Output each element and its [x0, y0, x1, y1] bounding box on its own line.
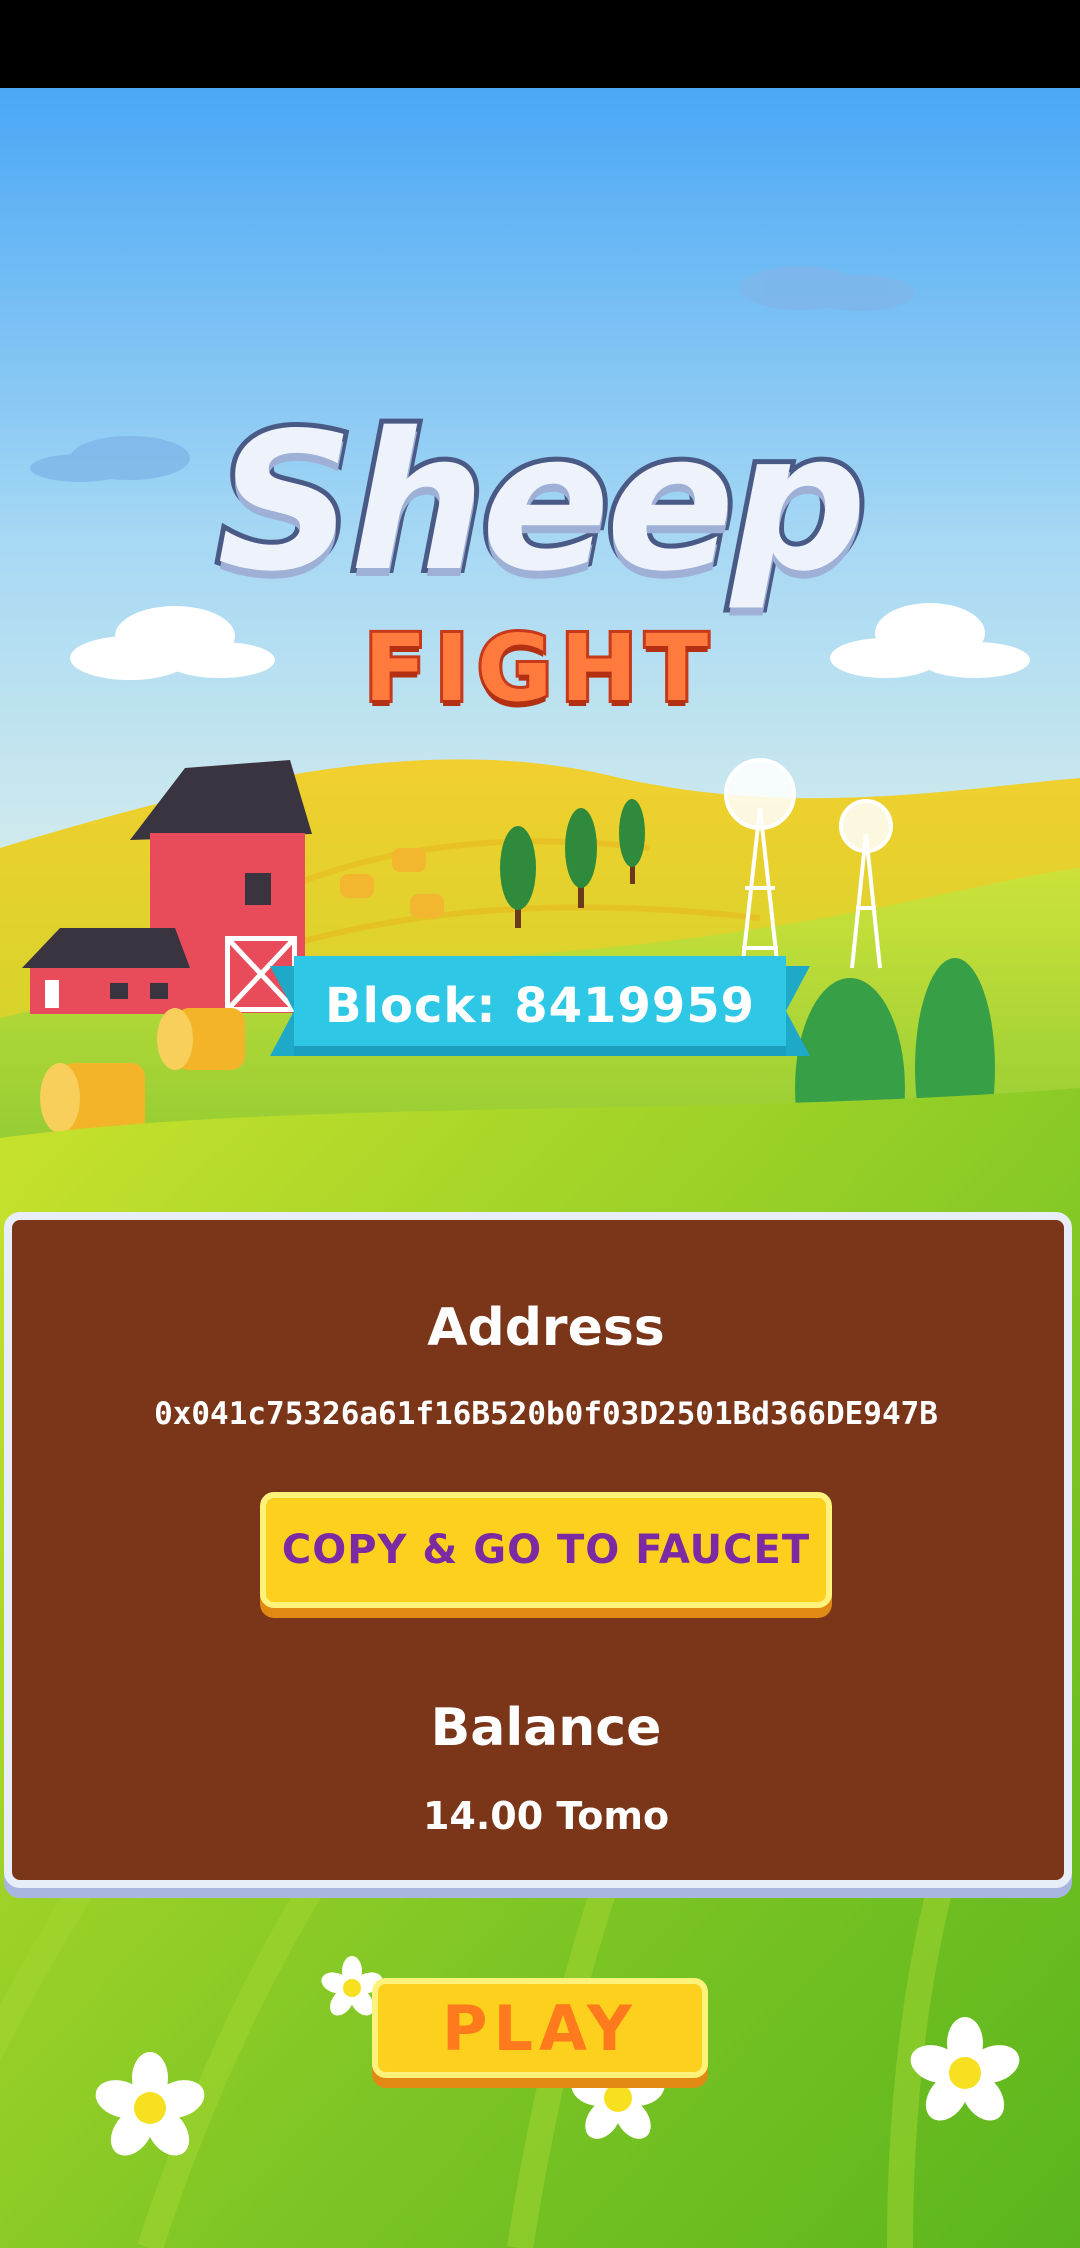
status-bar — [0, 0, 1080, 88]
game-logo-subtitle: FIGHT — [361, 615, 717, 722]
balance-title: Balance — [430, 1698, 662, 1758]
wallet-panel: Address 0x041c75326a61f16B520b0f03D2501B… — [4, 1212, 1072, 1888]
address-title: Address — [427, 1298, 665, 1358]
game-scene: Sheep FIGHT Block: 8419959 Address 0x041… — [0, 88, 1080, 2248]
play-button[interactable]: PLAY — [372, 1978, 708, 2078]
copy-go-to-faucet-button[interactable]: COPY & GO TO FAUCET — [260, 1492, 832, 1608]
game-logo-title: Sheep — [212, 392, 872, 613]
block-number-label: Block: 8419959 — [324, 978, 756, 1034]
address-value: 0x041c75326a61f16B520b0f03D2501Bd366DE94… — [154, 1396, 938, 1432]
balance-value: 14.00 Tomo — [422, 1794, 670, 1838]
